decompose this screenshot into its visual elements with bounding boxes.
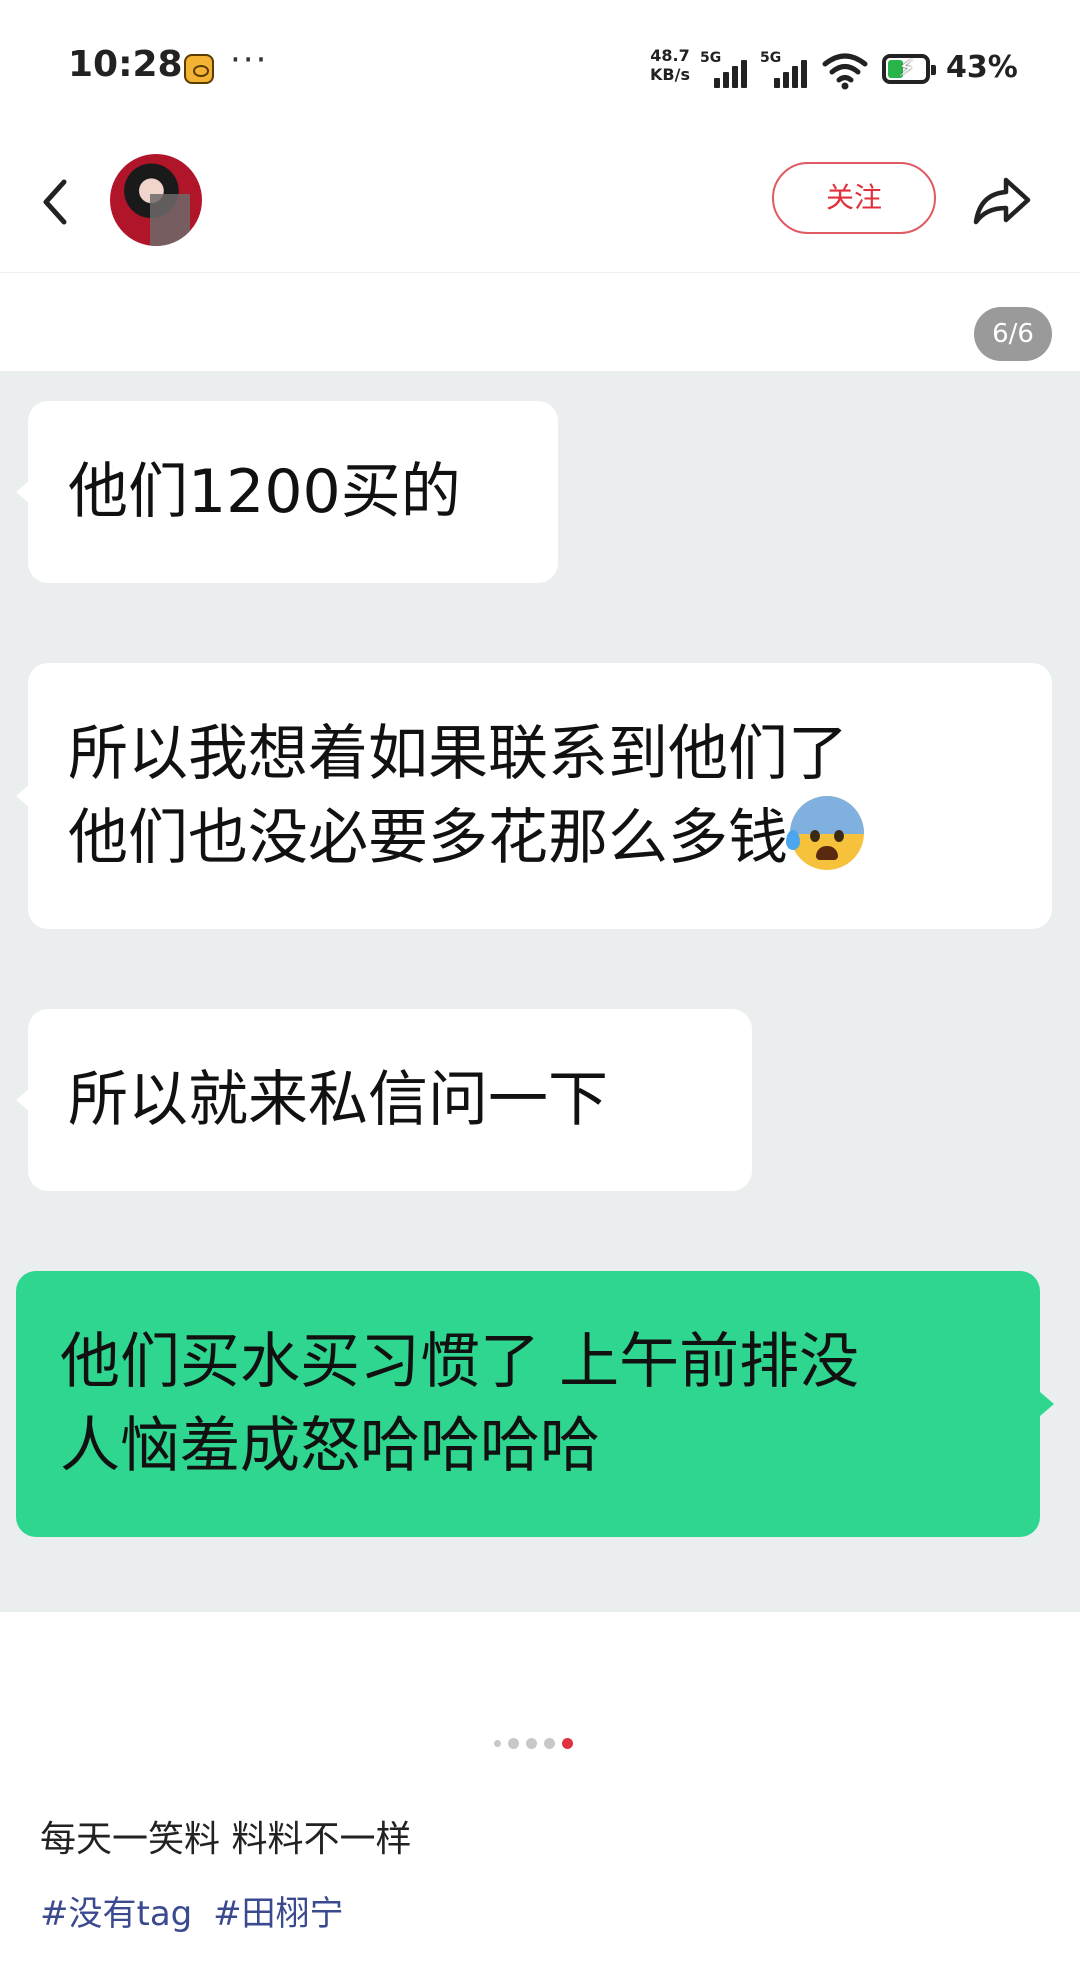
bubble-text-line: 人恼羞成怒哈哈哈哈 <box>60 1411 600 1481</box>
follow-button[interactable]: 关注 <box>772 162 936 234</box>
bubble-text-line: 所以就来私信问一下 <box>68 1065 608 1135</box>
share-arrow-icon[interactable] <box>970 170 1034 230</box>
chevron-left-icon[interactable] <box>34 172 78 232</box>
signal-1-label: 5G <box>700 50 722 66</box>
charging-bolt-icon: ⚡ <box>898 54 915 82</box>
app-notification-icon <box>184 54 214 84</box>
post-caption: 每天一笑料 料料不一样 <box>40 1819 412 1860</box>
author-avatar[interactable] <box>110 154 202 246</box>
post-header: 关注 <box>0 140 1080 273</box>
image-page-counter: 6/6 <box>974 307 1052 361</box>
carousel-dot[interactable] <box>508 1737 519 1749</box>
network-speed-unit: KB/s <box>650 65 690 84</box>
wifi-icon <box>822 53 868 90</box>
anxious-face-with-sweat-emoji <box>786 796 864 870</box>
signal-2-label: 5G <box>760 50 782 66</box>
bubble-text-line: 他们买水买习惯了 上午前排没 <box>60 1327 860 1397</box>
carousel-dot[interactable] <box>544 1737 555 1749</box>
network-speed-value: 48.7 <box>650 46 690 65</box>
cellular-signal-1-icon: 5G <box>700 50 750 88</box>
cellular-signal-2-icon: 5G <box>760 50 810 88</box>
hashtag-link[interactable]: #没有tag <box>40 1894 192 1934</box>
chat-bubble-incoming: 所以我想着如果联系到他们了 他们也没必要多花那么多钱 <box>16 663 1052 929</box>
carousel-dot-active[interactable] <box>562 1737 573 1749</box>
post-tags: #没有tag #田栩宁 <box>40 1886 354 1935</box>
bubble-text-line: 他们1200买的 <box>68 457 461 527</box>
network-speed: 48.7 KB/s <box>648 46 692 84</box>
bubble-text-line: 所以我想着如果联系到他们了 <box>68 719 848 789</box>
bubble-text-line: 他们也没必要多花那么多钱 <box>68 803 788 873</box>
battery-icon: ⚡ <box>882 54 936 84</box>
chat-bubble-incoming: 所以就来私信问一下 <box>16 1009 752 1191</box>
status-bar: 10:28 ··· 48.7 KB/s 5G 5G ⚡ 43% <box>0 0 1080 140</box>
image-top-strip <box>0 273 1080 371</box>
battery-percentage: 43% <box>946 50 1018 85</box>
carousel-pagination <box>494 1736 573 1750</box>
hashtag-link[interactable]: #田栩宁 <box>213 1894 344 1934</box>
clock: 10:28 <box>68 44 183 85</box>
chat-screenshot-image[interactable]: 他们1200买的 所以我想着如果联系到他们了 他们也没必要多花那么多钱 所以就来… <box>0 371 1080 1612</box>
chat-bubble-incoming: 他们1200买的 <box>16 401 558 583</box>
carousel-dot[interactable] <box>526 1737 537 1749</box>
more-notifications-icon: ··· <box>230 40 269 80</box>
chat-bubble-outgoing: 他们买水买习惯了 上午前排没 人恼羞成怒哈哈哈哈 <box>16 1271 1054 1537</box>
carousel-dot[interactable] <box>494 1739 501 1747</box>
